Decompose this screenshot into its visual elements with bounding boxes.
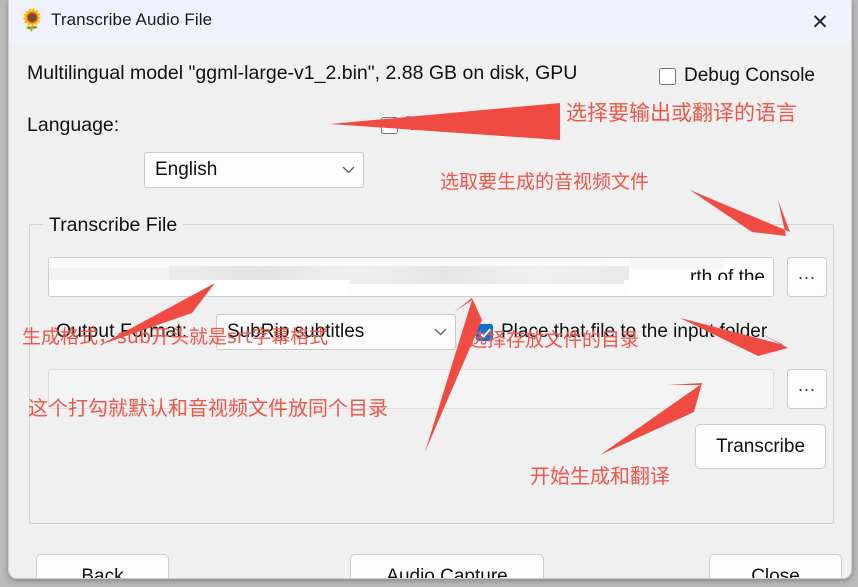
browse-folder-button[interactable]: ... bbox=[787, 369, 827, 409]
annotation-format: 生成格式，sub开头就是srt字幕格式 bbox=[22, 322, 328, 349]
transcribe-button[interactable]: Transcribe bbox=[695, 424, 826, 469]
checkbox-box bbox=[659, 68, 676, 85]
model-info-text: Multilingual model "ggml-large-v1_2.bin"… bbox=[27, 62, 577, 85]
chevron-down-icon bbox=[333, 166, 363, 174]
debug-console-label: Debug Console bbox=[684, 65, 815, 87]
close-button[interactable]: Close bbox=[709, 554, 842, 579]
annotation-start: 开始生成和翻译 bbox=[530, 460, 670, 489]
window-title: Transcribe Audio File bbox=[51, 10, 212, 30]
language-label: Language: bbox=[27, 114, 119, 137]
language-select[interactable]: English bbox=[144, 152, 364, 188]
annotation-language: 选择要输出或翻译的语言 bbox=[566, 97, 797, 127]
file-path-input[interactable]: rth of the bbox=[48, 257, 774, 297]
sunflower-icon: 🌻 bbox=[19, 8, 45, 34]
redaction-smear bbox=[624, 280, 774, 296]
close-window-button[interactable]: ✕ bbox=[789, 0, 851, 44]
chevron-down-icon bbox=[425, 328, 455, 336]
browse-file-button[interactable]: ... bbox=[787, 257, 827, 297]
annotation-checkbox-note: 这个打勾就默认和音视频文件放同个目录 bbox=[28, 392, 388, 421]
annotation-output-dir: 选择存放文件的目录 bbox=[468, 325, 639, 352]
translate-label: Translate bbox=[406, 114, 485, 136]
language-value: English bbox=[145, 159, 333, 181]
transcribe-file-group-title: Transcribe File bbox=[43, 214, 183, 237]
title-bar: 🌻 Transcribe Audio File ✕ bbox=[9, 0, 851, 44]
transcribe-audio-file-window: 🌻 Transcribe Audio File ✕ Multilingual m… bbox=[8, 0, 852, 579]
redaction-smear bbox=[49, 280, 349, 296]
debug-console-checkbox[interactable]: Debug Console bbox=[659, 65, 815, 87]
back-button[interactable]: Back bbox=[36, 554, 169, 579]
checkbox-box bbox=[381, 117, 398, 134]
audio-capture-button[interactable]: Audio Capture bbox=[350, 554, 544, 579]
translate-checkbox[interactable]: Translate bbox=[381, 114, 485, 136]
redaction-smear bbox=[349, 284, 629, 296]
redaction-smear bbox=[629, 258, 724, 269]
annotation-pick-file: 选取要生成的音视频文件 bbox=[440, 167, 649, 194]
